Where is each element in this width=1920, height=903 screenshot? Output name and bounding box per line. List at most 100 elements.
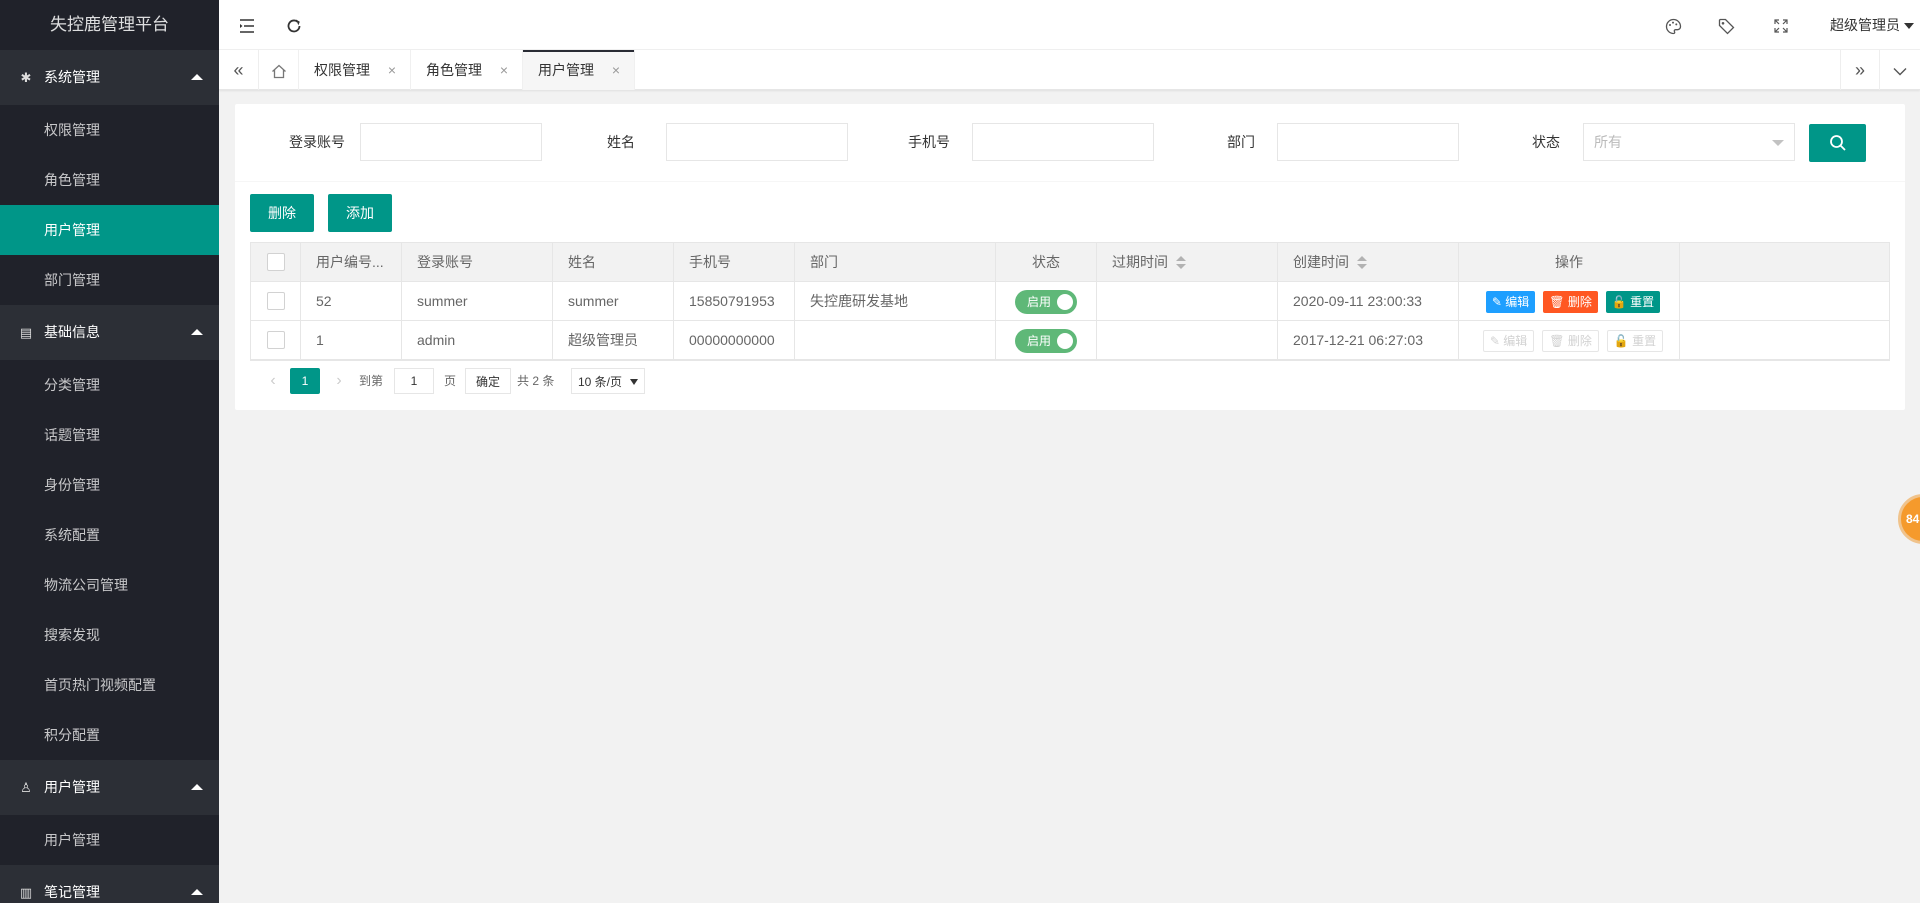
cell-phone: 00000000000 [674,321,795,359]
menu-group-head-users[interactable]: ♙ 用户管理 [0,760,219,815]
sidebar-item-category[interactable]: 分类管理 [0,360,219,410]
sidebar-item-user-manage[interactable]: 用户管理 [0,815,219,865]
search-form: 登录账号 姓名 手机号 部门 状态 所有 [235,104,1905,182]
sort-icon[interactable] [1176,256,1186,270]
close-icon[interactable]: × [612,50,620,90]
row-checkbox[interactable] [251,282,301,320]
tab-home[interactable] [259,50,299,90]
book-icon: ▥ [19,885,33,900]
cell-created: 2017-12-21 06:27:03 [1278,321,1459,359]
tab-user[interactable]: 用户管理 × [523,50,635,90]
floating-badge[interactable]: 84 [1898,494,1920,544]
status-switch[interactable]: 启用 [1015,329,1077,354]
delete-label: 删除 [1567,334,1592,349]
caret-up-icon [191,784,203,790]
add-button[interactable]: 添加 [328,194,392,232]
fullscreen-icon[interactable] [1761,0,1801,50]
sidebar: 失控鹿管理平台 ✱ 系统管理 权限管理 角色管理 用户管理 部门管理 ▤ 基础信… [0,0,219,903]
delete-row-button[interactable]: 🗑 删除 [1543,291,1598,314]
col-expire-label: 过期时间 [1112,254,1168,270]
dept-input[interactable] [1277,123,1459,161]
prev-page-icon[interactable]: ‹ [263,368,283,394]
tab-bar: « 权限管理 × 角色管理 × 用户管理 × » [219,50,1920,90]
menu-group-head-system[interactable]: ✱ 系统管理 [0,50,219,105]
theme-icon[interactable] [1653,0,1693,50]
status-switch[interactable]: 启用 [1015,290,1077,315]
tabs-scroll-left-icon[interactable]: « [219,50,259,90]
cell-account: admin [402,321,553,359]
caret-up-icon [191,74,203,80]
reset-button[interactable]: 🔓 重置 [1605,291,1661,314]
next-page-icon[interactable]: › [329,368,349,394]
menu-collapse-icon[interactable] [227,0,267,50]
sidebar-item-permission[interactable]: 权限管理 [0,105,219,155]
col-expire[interactable]: 过期时间 [1097,243,1278,281]
account-input[interactable] [360,123,542,161]
tab-label: 权限管理 [314,62,370,78]
close-icon[interactable]: × [500,50,508,90]
sort-icon[interactable] [1357,256,1367,270]
document-icon: ▤ [19,325,33,340]
delete-row-button: 🗑 删除 [1542,330,1599,353]
tag-icon[interactable] [1706,0,1746,50]
goto-confirm-button[interactable]: 确定 [465,368,512,394]
switch-label: 启用 [1027,295,1052,310]
col-id[interactable]: 用户编号... [301,243,402,281]
gear-icon: ✱ [20,70,32,85]
top-header: 超级管理员 [219,0,1920,50]
menu-group-head-basic[interactable]: ▤ 基础信息 [0,305,219,360]
unlock-icon: 🔓 [1613,334,1629,349]
trash-icon: 🗑 [1549,334,1565,349]
name-input[interactable] [666,123,848,161]
sidebar-item-points[interactable]: 积分配置 [0,710,219,760]
search-button[interactable] [1809,124,1866,162]
sidebar-item-dept[interactable]: 部门管理 [0,255,219,305]
close-icon[interactable]: × [388,50,396,90]
col-phone: 手机号 [674,243,795,281]
page-size-select[interactable]: 10 条/页 [571,368,646,394]
col-dept: 部门 [795,243,996,281]
sidebar-item-identity[interactable]: 身份管理 [0,460,219,510]
phone-input[interactable] [972,123,1154,161]
page-input[interactable] [394,368,434,394]
phone-label: 手机号 [908,134,950,150]
edit-button[interactable]: ✎ 编辑 [1485,291,1536,314]
pencil-icon: ✎ [1489,334,1500,349]
menu-group-head-notes[interactable]: ▥ 笔记管理 [0,865,219,903]
sidebar-item-role[interactable]: 角色管理 [0,155,219,205]
search-icon [1830,135,1846,151]
caret-down-icon [1904,23,1914,29]
sidebar-item-logistics[interactable]: 物流公司管理 [0,560,219,610]
switch-label: 启用 [1027,334,1052,349]
cell-status: 启用 [996,321,1097,359]
caret-up-icon [191,329,203,335]
sidebar-item-user[interactable]: 用户管理 [0,205,219,255]
sidebar-item-search-discover[interactable]: 搜索发现 [0,610,219,660]
col-account: 登录账号 [402,243,553,281]
cell-id: 52 [301,282,402,320]
cell-expire [1097,321,1278,359]
row-checkbox[interactable] [251,321,301,359]
tab-role[interactable]: 角色管理 × [411,50,523,90]
col-created[interactable]: 创建时间 [1278,243,1459,281]
select-all-checkbox[interactable] [251,243,301,281]
cell-expire [1097,282,1278,320]
cell-actions: ✎ 编辑 🗑 删除 🔓 重置 [1459,282,1680,320]
tab-permission[interactable]: 权限管理 × [299,50,411,90]
menu-group-label: 系统管理 [44,69,100,85]
app-title: 失控鹿管理平台 [0,0,219,50]
tabs-scroll-right-icon[interactable]: » [1840,50,1880,90]
refresh-icon[interactable] [274,0,314,50]
sidebar-item-hot-video[interactable]: 首页热门视频配置 [0,660,219,710]
sidebar-item-sysconfig[interactable]: 系统配置 [0,510,219,560]
user-table: 用户编号... 登录账号 姓名 手机号 部门 状态 过期时间 创建时间 操作 5… [250,242,1890,394]
user-menu[interactable]: 超级管理员 [1830,0,1914,50]
tabs-dropdown-icon[interactable] [1880,50,1920,90]
page-number-current[interactable]: 1 [290,368,320,394]
cell-actions: ✎ 编辑 🗑 删除 🔓 重置 [1459,321,1680,359]
sidebar-item-topic[interactable]: 话题管理 [0,410,219,460]
menu-group-system: ✱ 系统管理 权限管理 角色管理 用户管理 部门管理 [0,50,219,305]
tab-label: 角色管理 [426,62,482,78]
status-select[interactable]: 所有 [1583,123,1795,161]
delete-button[interactable]: 删除 [250,194,314,232]
